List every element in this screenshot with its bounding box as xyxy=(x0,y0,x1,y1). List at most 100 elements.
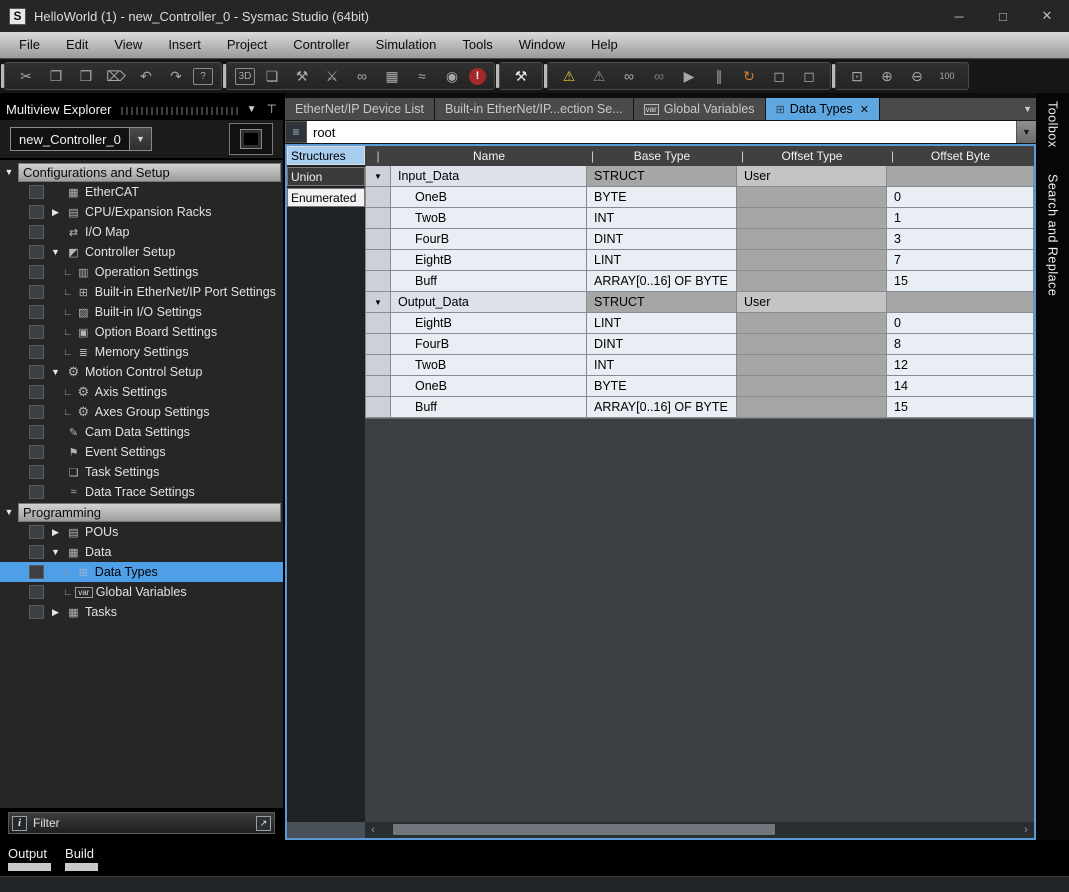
offset-type-cell[interactable] xyxy=(737,313,887,334)
offset-byte-cell[interactable]: 0 xyxy=(887,187,1034,208)
row-expander-cell[interactable] xyxy=(365,334,391,355)
offset-type-cell[interactable]: User xyxy=(737,166,887,187)
toolbar-button[interactable]: ≈ xyxy=(409,64,435,88)
base-type-cell[interactable]: ARRAY[0..16] OF BYTE xyxy=(587,397,737,418)
minimize-button[interactable]: ─ xyxy=(937,0,981,32)
namespace-combobox[interactable]: root ▼ xyxy=(307,121,1036,143)
tree-item[interactable]: ≈ Data Trace Settings xyxy=(0,482,283,502)
offset-byte-cell[interactable] xyxy=(887,166,1034,187)
name-cell[interactable]: TwoB xyxy=(391,208,587,229)
menu-item[interactable]: Controller xyxy=(280,32,362,58)
tab-list-dropdown-icon[interactable]: ▼ xyxy=(1023,98,1032,120)
menu-item[interactable]: Edit xyxy=(53,32,101,58)
toolbar-button[interactable]: ◻ xyxy=(766,64,792,88)
document-tab[interactable]: EtherNet/IP Device List xyxy=(285,98,434,120)
menu-item[interactable]: Tools xyxy=(449,32,505,58)
offset-byte-cell[interactable]: 8 xyxy=(887,334,1034,355)
toolbar-button[interactable]: ▶ xyxy=(676,64,702,88)
category-tab[interactable]: Structures xyxy=(287,146,365,165)
base-type-cell[interactable]: LINT xyxy=(587,313,737,334)
tree-item[interactable]: ∟ ▨ Built-in I/O Settings xyxy=(0,302,283,322)
name-cell[interactable]: Input_Data xyxy=(391,166,587,187)
category-tab[interactable]: Enumerated xyxy=(287,188,365,207)
controller-selector[interactable]: new_Controller_0 ▼ xyxy=(10,127,152,151)
base-type-cell[interactable]: BYTE xyxy=(587,187,737,208)
tree-item[interactable]: ∟ ⚙ Axis Settings xyxy=(0,382,283,402)
row-expander-cell[interactable] xyxy=(365,250,391,271)
name-cell[interactable]: OneB xyxy=(391,376,587,397)
row-expander-cell[interactable] xyxy=(365,376,391,397)
name-cell[interactable]: Buff xyxy=(391,271,587,292)
scrollbar-track[interactable] xyxy=(381,822,1018,838)
pin-icon[interactable]: ⊤ xyxy=(267,102,277,116)
filter-bar[interactable]: i Filter ↗ xyxy=(8,812,275,834)
row-expander-cell[interactable]: ▼ xyxy=(365,292,391,313)
bottom-tab[interactable]: Output xyxy=(8,846,51,871)
offset-byte-cell[interactable] xyxy=(887,292,1034,313)
toolbar-button[interactable]: ❏ xyxy=(259,64,285,88)
offset-byte-cell[interactable]: 15 xyxy=(887,271,1034,292)
tree-item[interactable]: ∟ ⊞ Built-in EtherNet/IP Port Settings xyxy=(0,282,283,302)
tree-expander-icon[interactable]: ▶ xyxy=(48,607,63,618)
base-type-cell[interactable]: DINT xyxy=(587,229,737,250)
base-type-cell[interactable]: INT xyxy=(587,355,737,376)
close-tab-icon[interactable]: ✕ xyxy=(860,103,869,116)
name-cell[interactable]: Buff xyxy=(391,397,587,418)
base-type-cell[interactable]: BYTE xyxy=(587,376,737,397)
table-row[interactable]: Buff ARRAY[0..16] OF BYTE 15 xyxy=(365,271,1034,292)
base-type-cell[interactable]: STRUCT xyxy=(587,166,737,187)
toolbar-button[interactable]: ✂ xyxy=(13,64,39,88)
tree-item[interactable]: ∟ var Global Variables xyxy=(0,582,283,602)
table-row[interactable]: EightB LINT 0 xyxy=(365,313,1034,334)
tree-item[interactable]: ▶ ▦ Tasks xyxy=(0,602,283,622)
tree-expander-icon[interactable]: ▼ xyxy=(48,247,63,257)
menu-item[interactable]: Insert xyxy=(155,32,214,58)
toolbar-button[interactable]: ◻ xyxy=(796,64,822,88)
table-row[interactable]: FourB DINT 3 xyxy=(365,229,1034,250)
toolbar-button[interactable]: ? xyxy=(193,68,213,85)
category-tab[interactable]: Union xyxy=(287,167,365,186)
table-row[interactable]: OneB BYTE 14 xyxy=(365,376,1034,397)
row-expander-cell[interactable] xyxy=(365,313,391,334)
offset-type-cell[interactable] xyxy=(737,187,887,208)
chevron-down-icon[interactable]: ▼ xyxy=(247,104,257,115)
offset-byte-cell[interactable]: 3 xyxy=(887,229,1034,250)
tree-item[interactable]: ▼ Configurations and Setup xyxy=(0,162,283,182)
column-header[interactable]: | Base Type xyxy=(587,146,737,166)
maximize-button[interactable]: □ xyxy=(981,0,1025,32)
offset-byte-cell[interactable]: 1 xyxy=(887,208,1034,229)
table-row[interactable]: EightB LINT 7 xyxy=(365,250,1034,271)
scrollbar-thumb[interactable] xyxy=(393,824,775,835)
offset-type-cell[interactable] xyxy=(737,376,887,397)
tree-section-label[interactable]: Configurations and Setup xyxy=(18,163,281,182)
toolbar-button[interactable]: ↷ xyxy=(163,64,189,88)
tree-item[interactable]: ∟ ⚙ Axes Group Settings xyxy=(0,402,283,422)
dock-tab[interactable]: Toolbox xyxy=(1046,101,1060,148)
drag-handle[interactable] xyxy=(121,107,238,115)
filter-pin-icon[interactable]: ↗ xyxy=(256,816,271,831)
tree-item[interactable]: ▦ EtherCAT xyxy=(0,182,283,202)
menu-item[interactable]: Help xyxy=(578,32,631,58)
column-header[interactable]: | Offset Byte xyxy=(887,146,1034,166)
tree-section-label[interactable]: Programming xyxy=(18,503,281,522)
menu-item[interactable]: Project xyxy=(214,32,280,58)
scroll-right-icon[interactable]: › xyxy=(1018,824,1034,836)
tree-item[interactable]: ∟ ▥ Operation Settings xyxy=(0,262,283,282)
toolbar-button[interactable]: ⚠ xyxy=(586,64,612,88)
offset-type-cell[interactable] xyxy=(737,271,887,292)
tree-expander-icon[interactable]: ▼ xyxy=(0,167,18,177)
table-row[interactable]: TwoB INT 12 xyxy=(365,355,1034,376)
menu-item[interactable]: File xyxy=(6,32,53,58)
row-expander-cell[interactable] xyxy=(365,397,391,418)
name-cell[interactable]: EightB xyxy=(391,313,587,334)
menu-item[interactable]: View xyxy=(101,32,155,58)
row-expander-cell[interactable] xyxy=(365,271,391,292)
tree-expander-icon[interactable]: ▼ xyxy=(48,547,63,557)
tree-item[interactable]: ⚑ Event Settings xyxy=(0,442,283,462)
tree-item[interactable]: ▼ ▦ Data xyxy=(0,542,283,562)
document-tab[interactable]: var Global Variables xyxy=(634,98,765,120)
bottom-tab[interactable]: Build xyxy=(65,846,98,871)
horizontal-scrollbar[interactable]: ‹ › xyxy=(365,822,1034,838)
table-row[interactable]: TwoB INT 1 xyxy=(365,208,1034,229)
toolbar-button[interactable]: ⊖ xyxy=(904,64,930,88)
